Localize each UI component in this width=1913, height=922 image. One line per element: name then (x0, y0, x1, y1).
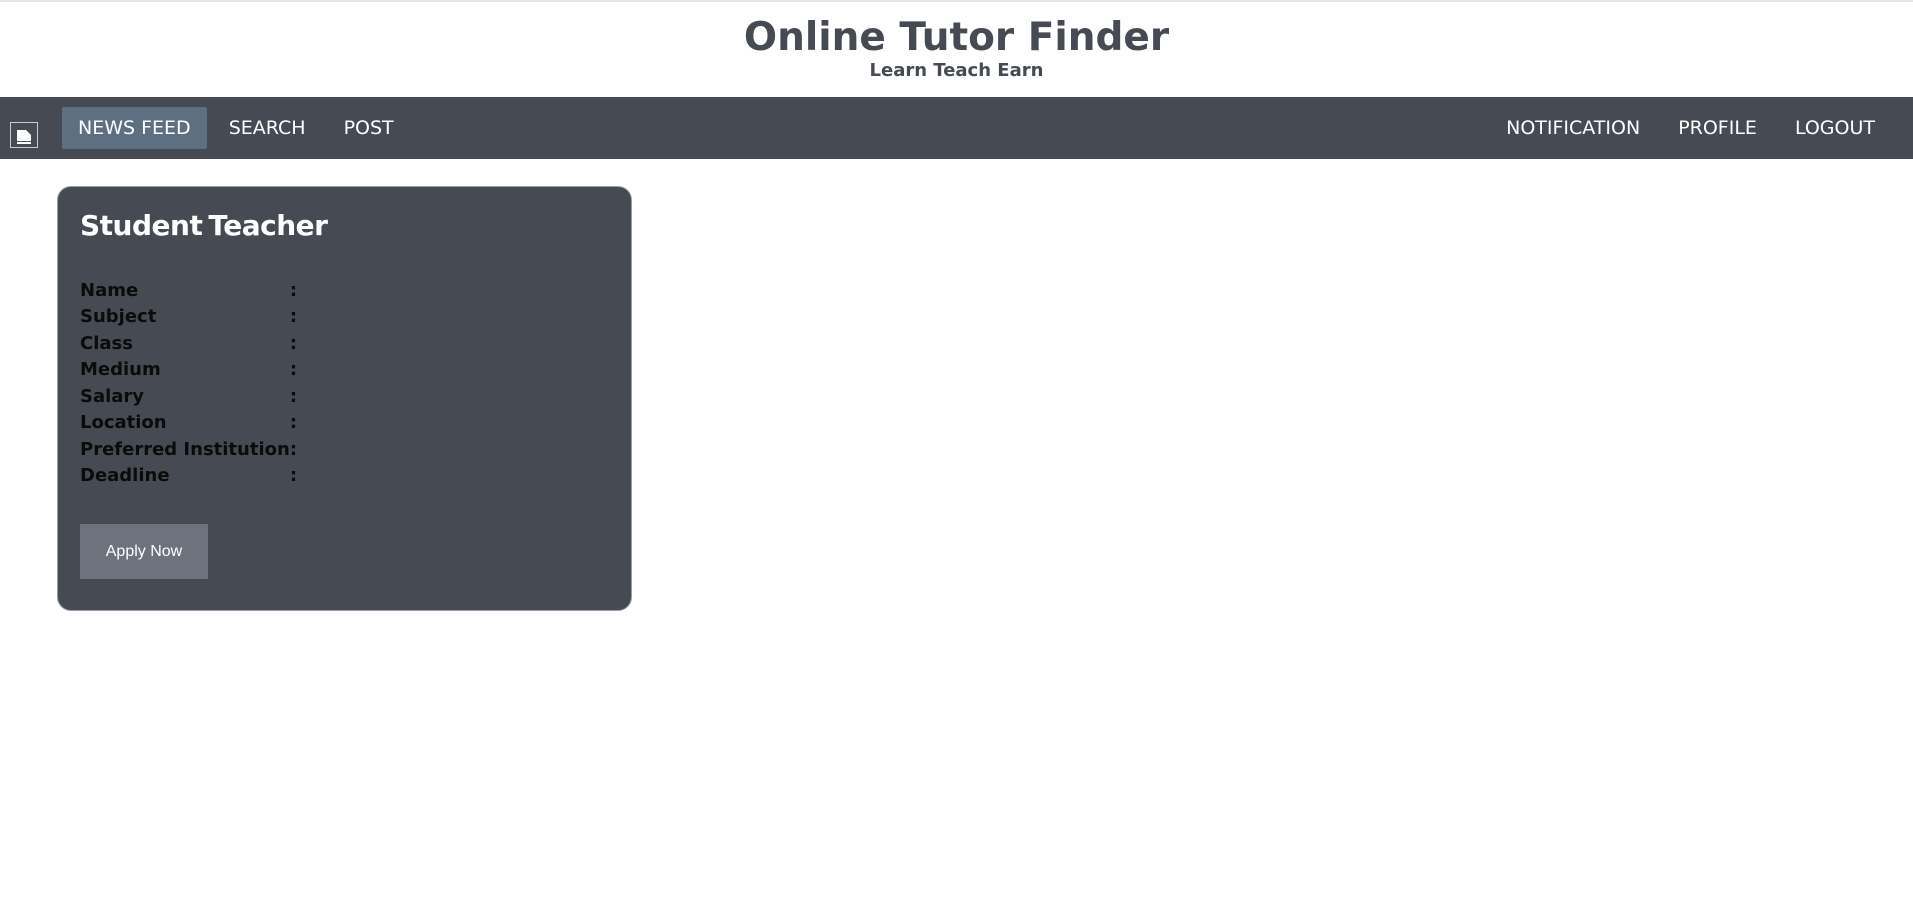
books-logo-icon[interactable] (10, 122, 38, 148)
detail-value (302, 330, 582, 357)
detail-value (302, 277, 582, 304)
nav-news-feed[interactable]: NEWS FEED (62, 107, 207, 149)
detail-label: Medium (80, 359, 161, 381)
post-details-table: Name : Subject : Class : Medium : Salary… (80, 277, 582, 489)
detail-separator: : (289, 438, 298, 460)
detail-row-deadline: Deadline : (80, 463, 582, 490)
detail-row-class: Class : (80, 330, 582, 357)
detail-separator: : (289, 306, 298, 328)
detail-value (302, 304, 582, 331)
detail-separator: : (289, 279, 298, 301)
post-title: Student Teacher (80, 209, 328, 242)
nav-right-group: NOTIFICATION PROFILE LOGOUT (1490, 107, 1891, 149)
detail-label: Salary (80, 385, 145, 407)
detail-row-preferred-institution: Preferred Institution : (80, 436, 582, 463)
nav-search[interactable]: SEARCH (213, 107, 322, 149)
detail-value (302, 436, 582, 463)
detail-row-salary: Salary : (80, 383, 582, 410)
detail-row-name: Name : (80, 277, 582, 304)
tuition-post-card: Student Teacher Name : Subject : Class : … (57, 186, 632, 611)
detail-label: Subject (80, 306, 157, 328)
detail-label: Preferred Institution (80, 438, 290, 460)
detail-separator: : (289, 332, 298, 354)
detail-value (302, 410, 582, 437)
detail-value (302, 357, 582, 384)
detail-label: Deadline (80, 465, 170, 487)
site-header: Online Tutor Finder Learn Teach Earn (0, 2, 1913, 97)
nav-notification[interactable]: NOTIFICATION (1490, 107, 1656, 149)
detail-separator: : (289, 359, 298, 381)
site-title: Online Tutor Finder (743, 15, 1170, 60)
detail-row-location: Location : (80, 410, 582, 437)
detail-separator: : (289, 385, 298, 407)
nav-logout[interactable]: LOGOUT (1779, 107, 1891, 149)
detail-label: Name (80, 279, 139, 301)
detail-row-subject: Subject : (80, 304, 582, 331)
site-tagline: Learn Teach Earn (869, 60, 1044, 81)
detail-label: Class (80, 332, 133, 354)
detail-separator: : (289, 465, 298, 487)
detail-label: Location (80, 412, 167, 434)
detail-value (302, 463, 582, 490)
nav-post[interactable]: POST (328, 107, 410, 149)
detail-separator: : (289, 412, 298, 434)
nav-left-group: NEWS FEED SEARCH POST (62, 107, 410, 149)
detail-value (302, 383, 582, 410)
nav-profile[interactable]: PROFILE (1662, 107, 1773, 149)
post-title-student: Student (80, 209, 203, 242)
main-navbar: NEWS FEED SEARCH POST NOTIFICATION PROFI… (0, 97, 1913, 159)
post-title-teacher: Teacher (208, 209, 328, 242)
detail-row-medium: Medium : (80, 357, 582, 384)
apply-now-button[interactable]: Apply Now (80, 524, 208, 579)
